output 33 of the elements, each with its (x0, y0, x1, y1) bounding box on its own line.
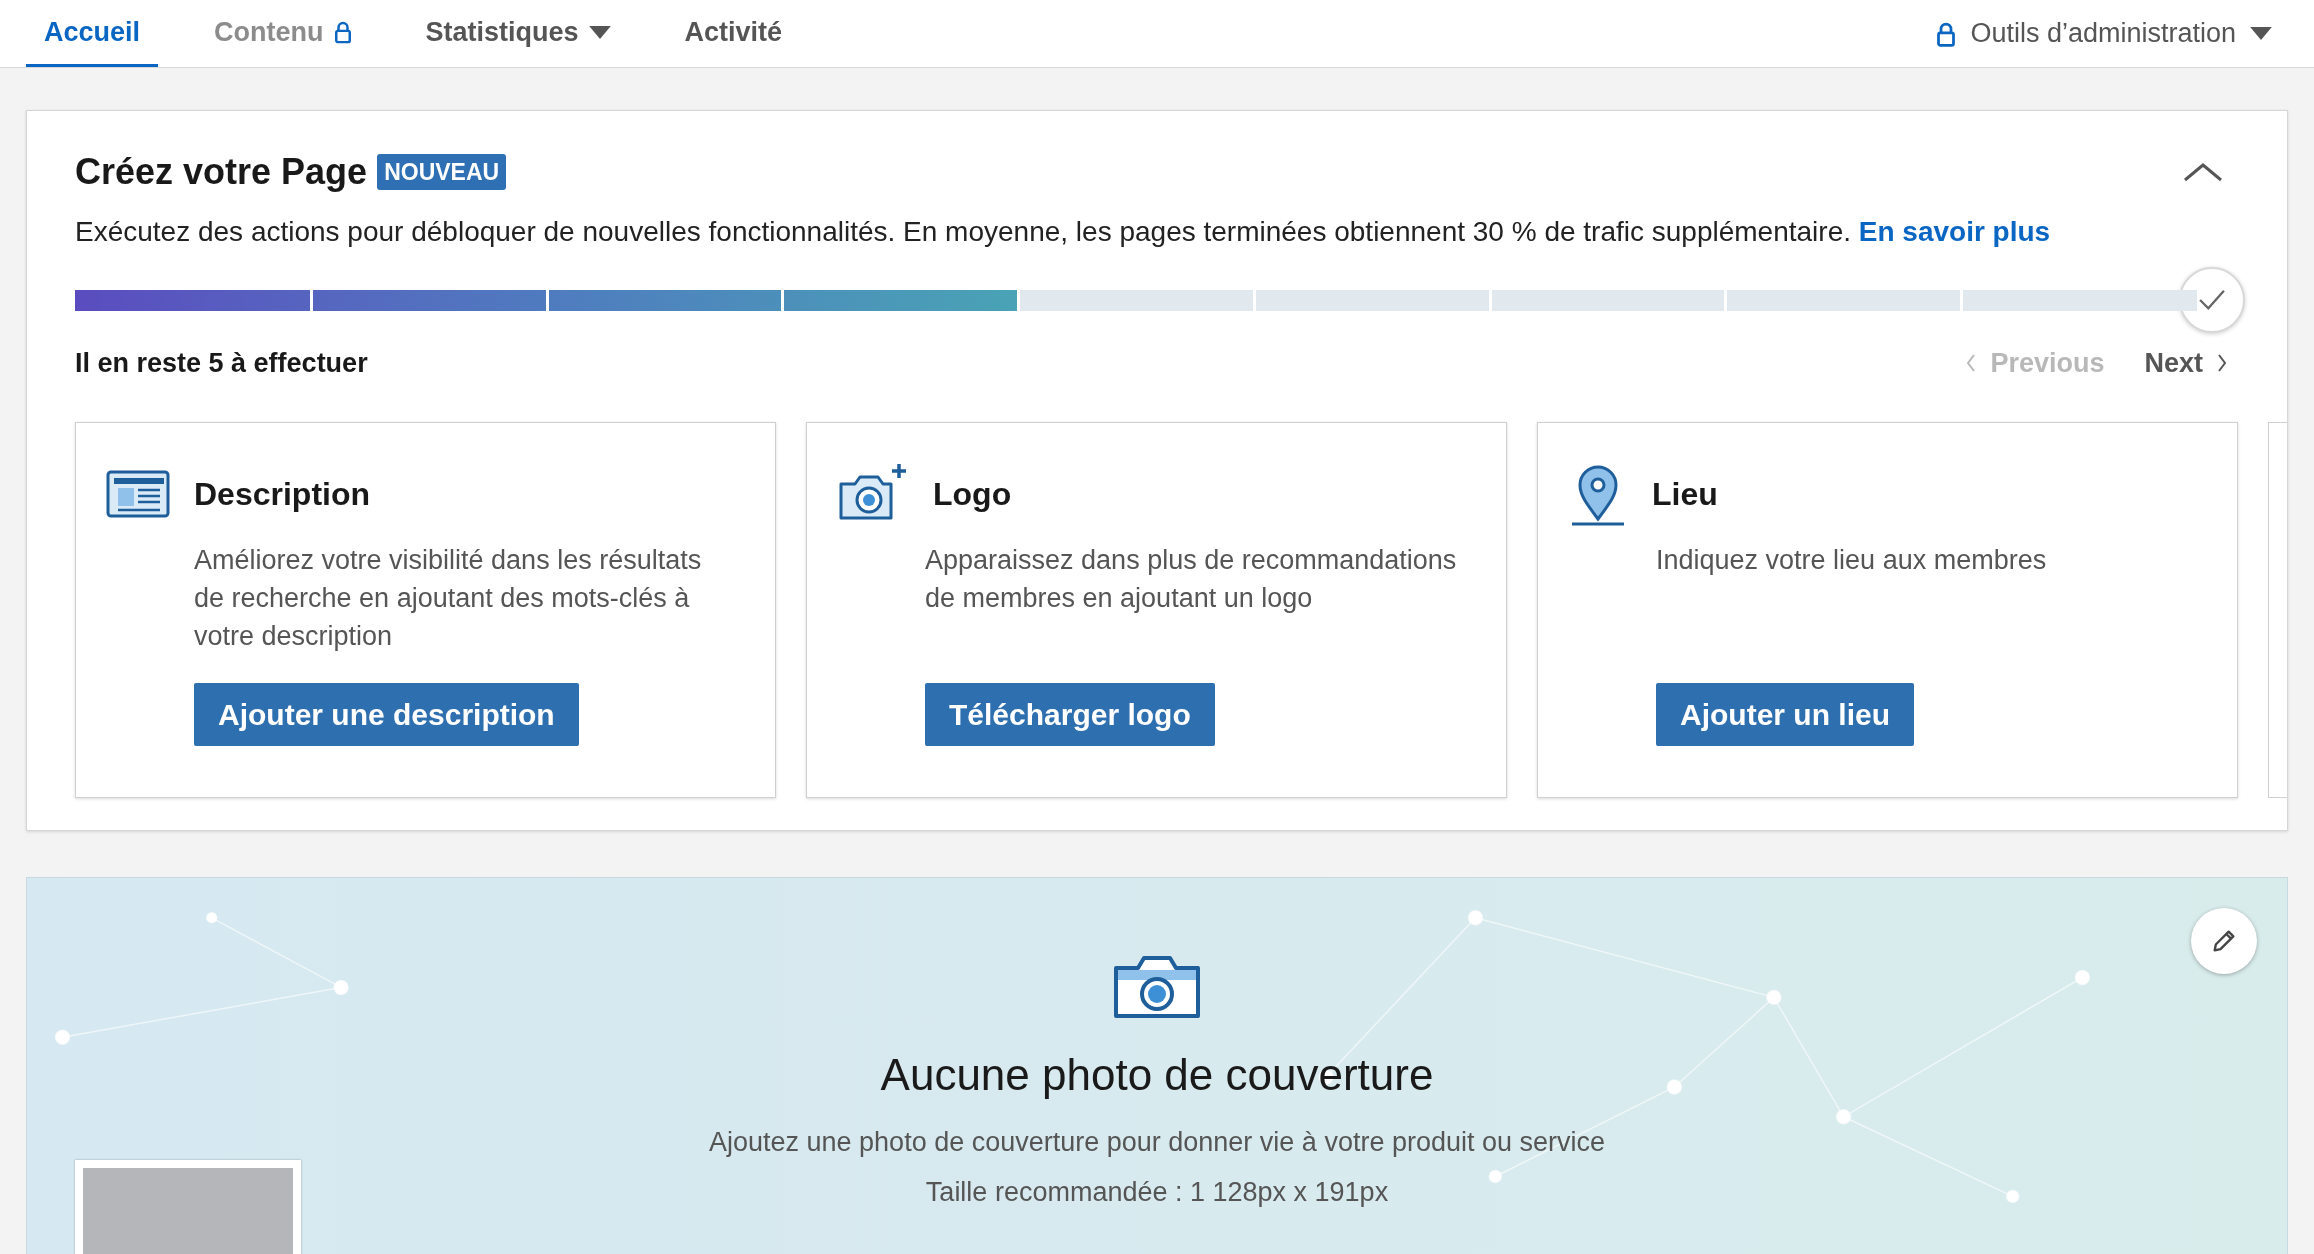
cover-size-text: Taille recommandée : 1 128px x 191px (925, 1176, 1389, 1209)
new-badge: NOUVEAU (377, 153, 507, 191)
card-action-button[interactable]: Ajouter un lieu (1656, 682, 1914, 746)
chevron-up-icon (2183, 162, 2223, 182)
cover-title: Aucune photo de couverture (880, 1048, 1434, 1101)
panel-title: Créez votre Page (75, 150, 368, 194)
cover-text: Ajoutez une photo de couverture pour donner vie à votre produit ou service (708, 1125, 1606, 1159)
card-title: Logo (933, 474, 1012, 514)
edit-button[interactable] (2191, 907, 2257, 974)
card-title: Lieu (1652, 474, 1718, 514)
card-text: Améliorez votre visibilité dans les résultats de recherche en ajoutant des mots-clés à votre description (194, 543, 703, 653)
chevron-right-icon (2217, 353, 2227, 374)
admin-tools-menu[interactable]: Outils d’administration (1936, 0, 2288, 67)
checkmark-icon (2179, 267, 2245, 333)
lock-icon (333, 20, 352, 44)
lock-icon (1936, 20, 1957, 47)
nav-tab[interactable]: Activité (666, 0, 801, 67)
learn-more-link[interactable]: En savoir plus (1858, 216, 2051, 247)
camera-icon (1112, 953, 1202, 1020)
card-text: Apparaissez dans plus de recommandations de membres en ajoutant un logo (925, 543, 1458, 615)
nav-tab[interactable]: Statistiques (407, 0, 629, 67)
caret-icon (2250, 27, 2272, 40)
card-action-button[interactable]: Ajouter une description (194, 682, 579, 746)
card-text: Indiquez votre lieu aux membres (1656, 543, 2048, 577)
chevron-left-icon (1966, 353, 1977, 374)
panel-description: Exécutez des actions pour débloquer de nouvelles fonctionnalités. En moyenne, les pages terminées obtiennent 30 % de trafic supplémentaire. En savoir plus (75, 215, 2052, 249)
nav-tab[interactable]: Accueil (26, 0, 159, 67)
remaining-count: Il en reste 5 à effectuer (75, 347, 368, 380)
next-button[interactable]: Next (2144, 343, 2227, 384)
card-title: Description (194, 474, 371, 514)
nav-tab[interactable]: Contenu (196, 0, 370, 67)
card-action-button[interactable]: Télécharger logo (925, 682, 1215, 746)
newspaper-icon (106, 469, 170, 518)
